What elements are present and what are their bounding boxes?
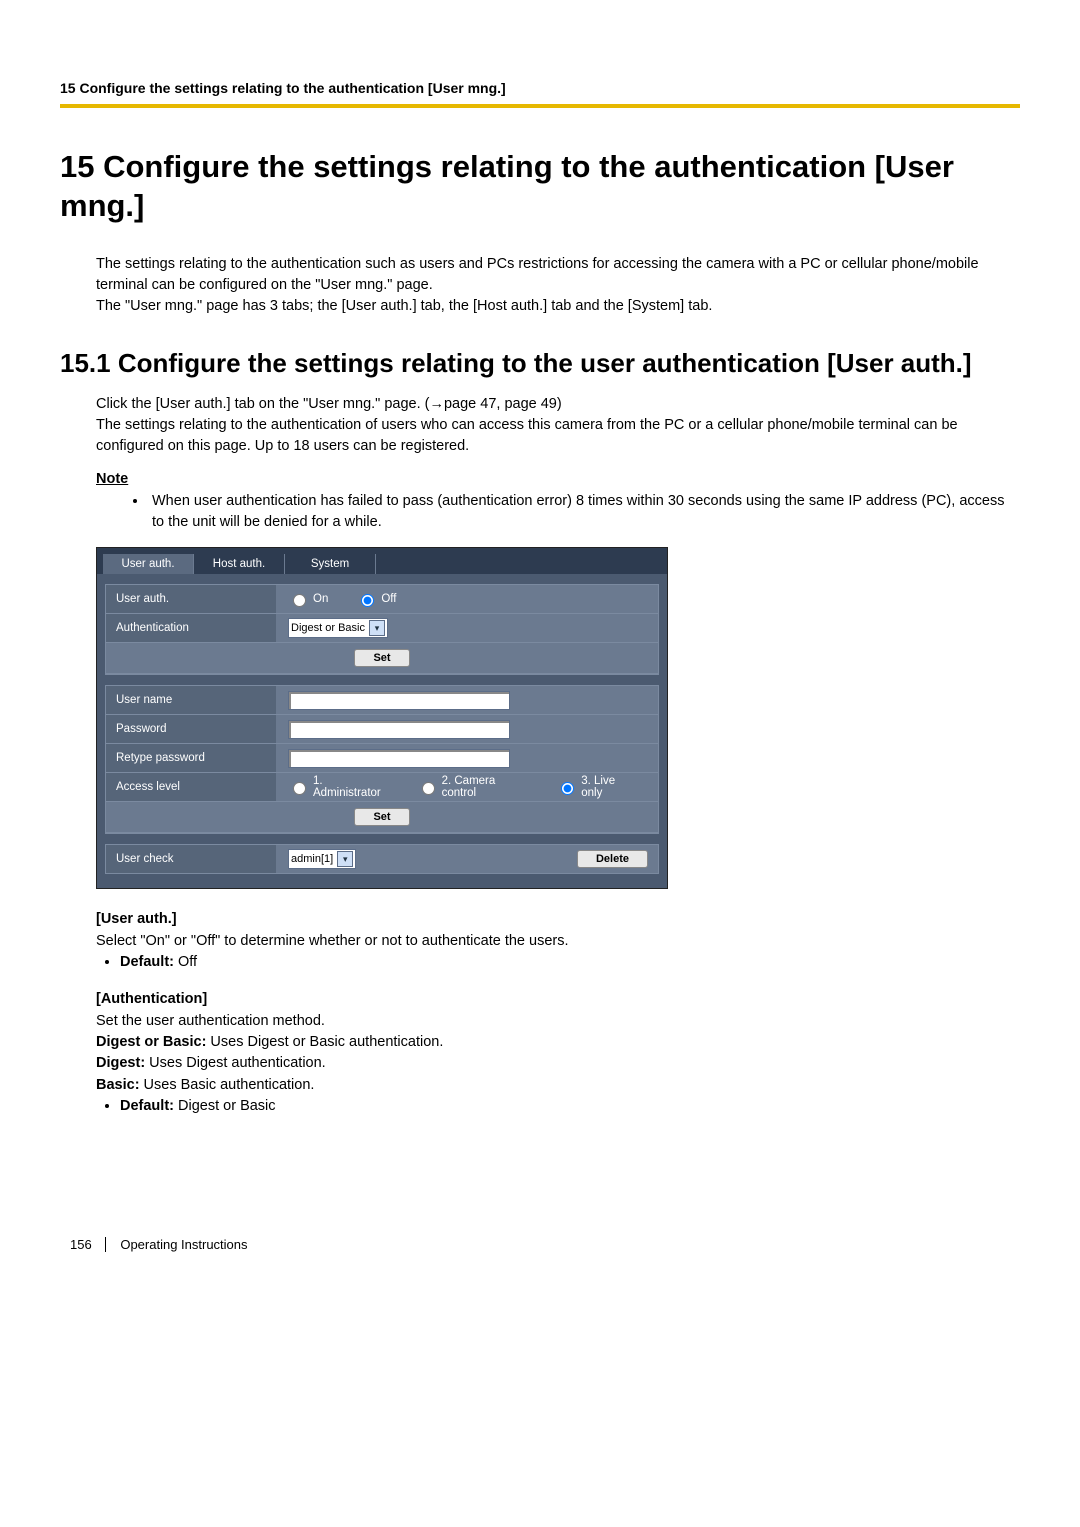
authentication-basic: Basic: Uses Basic authentication. <box>60 1075 1020 1096</box>
access-level-label: Access level <box>106 781 276 793</box>
footer-doc-type: Operating Instructions <box>105 1237 247 1252</box>
intro-paragraph-1: The settings relating to the authenticat… <box>60 254 1020 296</box>
set-button-2[interactable]: Set <box>354 808 409 826</box>
page-footer: 156 Operating Instructions <box>60 1237 1020 1252</box>
authentication-digest: Digest: Uses Digest authentication. <box>60 1053 1020 1074</box>
authentication-line1: Set the user authentication method. <box>60 1011 1020 1032</box>
radio-live[interactable] <box>561 782 574 795</box>
intro-paragraph-2: The "User mng." page has 3 tabs; the [Us… <box>60 296 1020 317</box>
set-button-1[interactable]: Set <box>354 649 409 667</box>
radio-on[interactable] <box>293 594 306 607</box>
delete-button[interactable]: Delete <box>577 850 648 868</box>
authentication-label: Authentication <box>106 622 276 634</box>
note-heading: Note <box>96 471 1020 487</box>
note-item: When user authentication has failed to p… <box>148 491 1020 533</box>
user-check-label: User check <box>106 853 276 865</box>
chevron-down-icon: ▾ <box>337 851 353 867</box>
authentication-digest-basic: Digest or Basic: Uses Digest or Basic au… <box>60 1032 1020 1053</box>
section-body-1: Click the [User auth.] tab on the "User … <box>60 394 1020 415</box>
user-check-select[interactable]: admin[1] ▾ <box>288 849 356 869</box>
radio-admin[interactable] <box>293 782 306 795</box>
running-header: 15 Configure the settings relating to th… <box>60 80 1020 108</box>
user-auth-label: User auth. <box>106 593 276 605</box>
retype-field[interactable] <box>288 749 510 768</box>
retype-label: Retype password <box>106 752 276 764</box>
config-screenshot: User auth. Host auth. System User auth. … <box>96 547 668 889</box>
radio-camctrl[interactable] <box>422 782 435 795</box>
tab-system[interactable]: System <box>285 554 376 574</box>
password-label: Password <box>106 723 276 735</box>
authentication-detail-heading: [Authentication] <box>96 991 1020 1007</box>
access-camera-control-radio[interactable]: 2. Camera control <box>417 775 529 799</box>
section-title: 15.1 Configure the settings relating to … <box>60 347 1020 381</box>
authentication-select[interactable]: Digest or Basic ▾ <box>288 618 388 638</box>
user-auth-detail-text: Select "On" or "Off" to determine whethe… <box>60 931 1020 952</box>
radio-off[interactable] <box>361 594 374 607</box>
user-auth-off-radio[interactable]: Off <box>356 591 396 607</box>
access-administrator-radio[interactable]: 1. Administrator <box>288 775 389 799</box>
tab-bar: User auth. Host auth. System <box>97 548 667 574</box>
user-auth-detail-heading: [User auth.] <box>96 911 1020 927</box>
section-body-2: The settings relating to the authenticat… <box>60 415 1020 457</box>
page-number: 156 <box>70 1237 92 1252</box>
user-auth-default: Default: Off <box>120 952 1020 973</box>
password-field[interactable] <box>288 720 510 739</box>
authentication-default: Default: Digest or Basic <box>120 1096 1020 1117</box>
username-field[interactable] <box>288 691 510 710</box>
access-live-only-radio[interactable]: 3. Live only <box>556 775 636 799</box>
user-auth-on-radio[interactable]: On <box>288 591 328 607</box>
chevron-down-icon: ▾ <box>369 620 385 636</box>
tab-user-auth[interactable]: User auth. <box>103 554 194 574</box>
tab-host-auth[interactable]: Host auth. <box>194 554 285 574</box>
username-label: User name <box>106 694 276 706</box>
chapter-title: 15 Configure the settings relating to th… <box>60 148 1020 226</box>
